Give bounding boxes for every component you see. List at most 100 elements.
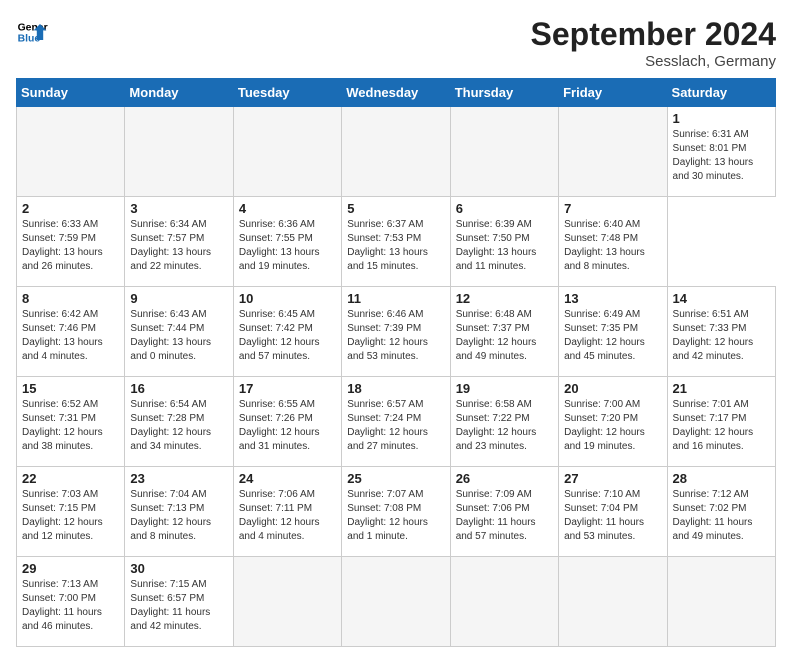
day-detail: Sunrise: 6:36 AMSunset: 7:55 PMDaylight:… [239, 218, 336, 274]
day-detail: Sunrise: 6:42 AMSunset: 7:46 PMDaylight:… [22, 308, 119, 364]
calendar-cell: 10 Sunrise: 6:45 AMSunset: 7:42 PMDayligh… [233, 287, 341, 377]
day-number: 27 [564, 471, 661, 486]
calendar-cell: 22Sunrise: 7:03 AMSunset: 7:15 PMDayligh… [17, 467, 125, 557]
header-tuesday: Tuesday [233, 79, 341, 107]
day-number: 12 [456, 291, 553, 306]
day-detail: Sunrise: 6:49 AMSunset: 7:35 PMDaylight:… [564, 308, 661, 364]
day-detail: Sunrise: 6:51 AMSunset: 7:33 PMDaylight:… [673, 308, 770, 364]
calendar-cell: 24 Sunrise: 7:06 AMSunset: 7:11 PMDayligh… [233, 467, 341, 557]
day-detail: Sunrise: 7:10 AMSunset: 7:04 PMDaylight:… [564, 488, 661, 544]
day-number: 3 [130, 201, 227, 216]
title-area: September 2024 Sesslach, Germany [531, 16, 776, 70]
calendar-cell: 30Sunrise: 7:15 AMSunset: 6:57 PMDayligh… [125, 557, 233, 647]
day-number: 16 [130, 381, 227, 396]
day-detail: Sunrise: 6:46 AMSunset: 7:39 PMDaylight:… [347, 308, 444, 364]
day-number: 28 [673, 471, 770, 486]
day-detail: Sunrise: 6:40 AMSunset: 7:48 PMDaylight:… [564, 218, 661, 274]
day-detail: Sunrise: 6:55 AMSunset: 7:26 PMDaylight:… [239, 398, 336, 454]
calendar-cell: 28 Sunrise: 7:12 AMSunset: 7:02 PMDayligh… [667, 467, 775, 557]
calendar-cell: 6Sunrise: 6:39 AMSunset: 7:50 PMDaylight… [450, 197, 558, 287]
day-number: 15 [22, 381, 119, 396]
calendar-cell: 19 Sunrise: 6:58 AMSunset: 7:22 PMDayligh… [450, 377, 558, 467]
logo: General Blue [16, 16, 48, 48]
day-number: 23 [130, 471, 227, 486]
header-sunday: Sunday [17, 79, 125, 107]
calendar-cell: 11 Sunrise: 6:46 AMSunset: 7:39 PMDayligh… [342, 287, 450, 377]
calendar-cell: 12Sunrise: 6:48 AMSunset: 7:37 PMDayligh… [450, 287, 558, 377]
day-number: 30 [130, 561, 227, 576]
day-number: 19 [456, 381, 553, 396]
day-detail: Sunrise: 7:07 AMSunset: 7:08 PMDaylight:… [347, 488, 444, 544]
day-number: 17 [239, 381, 336, 396]
day-detail: Sunrise: 7:06 AMSunset: 7:11 PMDaylight:… [239, 488, 336, 544]
calendar-cell: 9Sunrise: 6:43 AMSunset: 7:44 PMDaylight… [125, 287, 233, 377]
day-detail: Sunrise: 7:09 AMSunset: 7:06 PMDaylight:… [456, 488, 553, 544]
calendar-cell: 13Sunrise: 6:49 AMSunset: 7:35 PMDayligh… [559, 287, 667, 377]
calendar-cell [17, 107, 125, 197]
calendar-cell: 29Sunrise: 7:13 AMSunset: 7:00 PMDayligh… [17, 557, 125, 647]
day-number: 4 [239, 201, 336, 216]
day-number: 20 [564, 381, 661, 396]
calendar-week-row: 15 Sunrise: 6:52 AMSunset: 7:31 PMDayligh… [17, 377, 776, 467]
calendar-cell [450, 107, 558, 197]
calendar-week-row: 2Sunrise: 6:33 AMSunset: 7:59 PMDaylight… [17, 197, 776, 287]
day-number: 25 [347, 471, 444, 486]
header-friday: Friday [559, 79, 667, 107]
day-detail: Sunrise: 6:34 AMSunset: 7:57 PMDaylight:… [130, 218, 227, 274]
day-detail: Sunrise: 6:52 AMSunset: 7:31 PMDaylight:… [22, 398, 119, 454]
day-detail: Sunrise: 7:13 AMSunset: 7:00 PMDaylight:… [22, 578, 119, 634]
calendar-cell: 17 Sunrise: 6:55 AMSunset: 7:26 PMDayligh… [233, 377, 341, 467]
calendar-cell [667, 557, 775, 647]
day-number: 1 [673, 111, 770, 126]
header-monday: Monday [125, 79, 233, 107]
calendar-week-row: 29Sunrise: 7:13 AMSunset: 7:00 PMDayligh… [17, 557, 776, 647]
calendar-cell: 5 Sunrise: 6:37 AMSunset: 7:53 PMDaylight… [342, 197, 450, 287]
day-number: 5 [347, 201, 444, 216]
calendar-cell: 27 Sunrise: 7:10 AMSunset: 7:04 PMDayligh… [559, 467, 667, 557]
day-number: 22 [22, 471, 119, 486]
day-detail: Sunrise: 6:58 AMSunset: 7:22 PMDaylight:… [456, 398, 553, 454]
day-number: 24 [239, 471, 336, 486]
calendar-cell: 21 Sunrise: 7:01 AMSunset: 7:17 PMDayligh… [667, 377, 775, 467]
day-number: 6 [456, 201, 553, 216]
month-title: September 2024 [531, 16, 776, 53]
calendar-cell [450, 557, 558, 647]
day-detail: Sunrise: 6:43 AMSunset: 7:44 PMDaylight:… [130, 308, 227, 364]
day-detail: Sunrise: 6:45 AMSunset: 7:42 PMDaylight:… [239, 308, 336, 364]
calendar-body: 1 Sunrise: 6:31 AMSunset: 8:01 PMDaylight… [17, 107, 776, 647]
calendar-header-row: SundayMondayTuesdayWednesdayThursdayFrid… [17, 79, 776, 107]
day-detail: Sunrise: 6:31 AMSunset: 8:01 PMDaylight:… [673, 128, 770, 184]
calendar-week-row: 8Sunrise: 6:42 AMSunset: 7:46 PMDaylight… [17, 287, 776, 377]
calendar-cell: 14Sunrise: 6:51 AMSunset: 7:33 PMDayligh… [667, 287, 775, 377]
calendar-cell [233, 557, 341, 647]
calendar-cell [125, 107, 233, 197]
calendar-week-row: 22Sunrise: 7:03 AMSunset: 7:15 PMDayligh… [17, 467, 776, 557]
day-detail: Sunrise: 6:37 AMSunset: 7:53 PMDaylight:… [347, 218, 444, 274]
day-number: 10 [239, 291, 336, 306]
calendar-cell: 15 Sunrise: 6:52 AMSunset: 7:31 PMDayligh… [17, 377, 125, 467]
calendar-cell: 20 Sunrise: 7:00 AMSunset: 7:20 PMDayligh… [559, 377, 667, 467]
day-detail: Sunrise: 7:01 AMSunset: 7:17 PMDaylight:… [673, 398, 770, 454]
calendar-cell: 1 Sunrise: 6:31 AMSunset: 8:01 PMDaylight… [667, 107, 775, 197]
calendar-cell: 23 Sunrise: 7:04 AMSunset: 7:13 PMDayligh… [125, 467, 233, 557]
calendar-cell [559, 557, 667, 647]
day-number: 26 [456, 471, 553, 486]
page-header: General Blue September 2024 Sesslach, Ge… [16, 16, 776, 70]
header-thursday: Thursday [450, 79, 558, 107]
location-title: Sesslach, Germany [531, 53, 776, 70]
logo-icon: General Blue [16, 16, 48, 48]
header-saturday: Saturday [667, 79, 775, 107]
calendar-table: SundayMondayTuesdayWednesdayThursdayFrid… [16, 78, 776, 647]
header-wednesday: Wednesday [342, 79, 450, 107]
day-number: 2 [22, 201, 119, 216]
day-number: 21 [673, 381, 770, 396]
day-number: 18 [347, 381, 444, 396]
calendar-cell: 26 Sunrise: 7:09 AMSunset: 7:06 PMDayligh… [450, 467, 558, 557]
calendar-cell: 7Sunrise: 6:40 AMSunset: 7:48 PMDaylight… [559, 197, 667, 287]
day-detail: Sunrise: 7:12 AMSunset: 7:02 PMDaylight:… [673, 488, 770, 544]
day-detail: Sunrise: 7:04 AMSunset: 7:13 PMDaylight:… [130, 488, 227, 544]
day-detail: Sunrise: 7:00 AMSunset: 7:20 PMDaylight:… [564, 398, 661, 454]
calendar-cell: 2Sunrise: 6:33 AMSunset: 7:59 PMDaylight… [17, 197, 125, 287]
calendar-cell: 25 Sunrise: 7:07 AMSunset: 7:08 PMDayligh… [342, 467, 450, 557]
day-number: 11 [347, 291, 444, 306]
